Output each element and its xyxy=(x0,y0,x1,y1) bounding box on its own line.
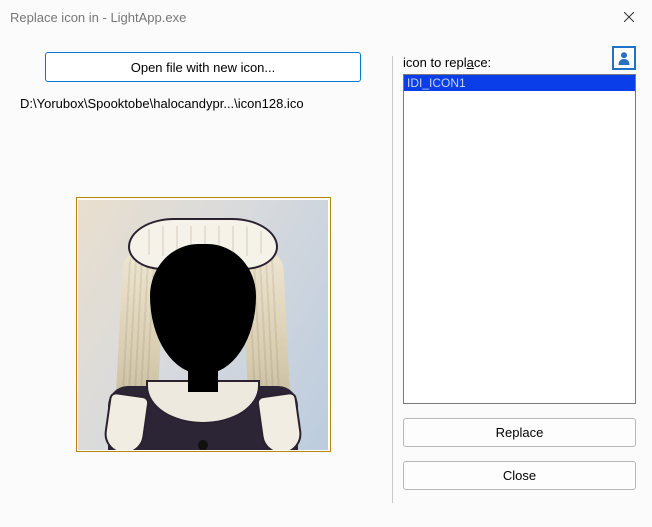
open-file-button[interactable]: Open file with new icon... xyxy=(45,52,361,82)
icon-list-item[interactable]: IDI_ICON1 xyxy=(404,75,635,91)
window-close-button[interactable] xyxy=(606,2,652,32)
icon-preview-frame xyxy=(76,197,331,452)
selected-file-path: D:\Yorubox\Spooktobe\halocandypr...\icon… xyxy=(18,96,388,111)
replace-button[interactable]: Replace xyxy=(403,418,636,447)
icon-list-label: icon to replace: xyxy=(403,52,491,70)
right-pane: icon to replace: IDI_ICON1 Replace Close xyxy=(403,52,636,511)
left-pane: Open file with new icon... D:\Yorubox\Sp… xyxy=(18,52,388,511)
title-bar: Replace icon in - LightApp.exe xyxy=(0,0,652,34)
window-title: Replace icon in - LightApp.exe xyxy=(10,10,186,25)
close-button-label: Close xyxy=(503,468,536,483)
icon-preview-image xyxy=(78,200,328,450)
icon-list[interactable]: IDI_ICON1 xyxy=(403,74,636,404)
current-icon-thumbnail xyxy=(612,46,636,70)
open-file-button-label: Open file with new icon... xyxy=(131,60,276,75)
close-icon xyxy=(624,12,634,22)
person-icon xyxy=(616,50,632,66)
close-button[interactable]: Close xyxy=(403,461,636,490)
replace-button-label: Replace xyxy=(496,425,544,440)
pane-divider xyxy=(392,56,393,503)
